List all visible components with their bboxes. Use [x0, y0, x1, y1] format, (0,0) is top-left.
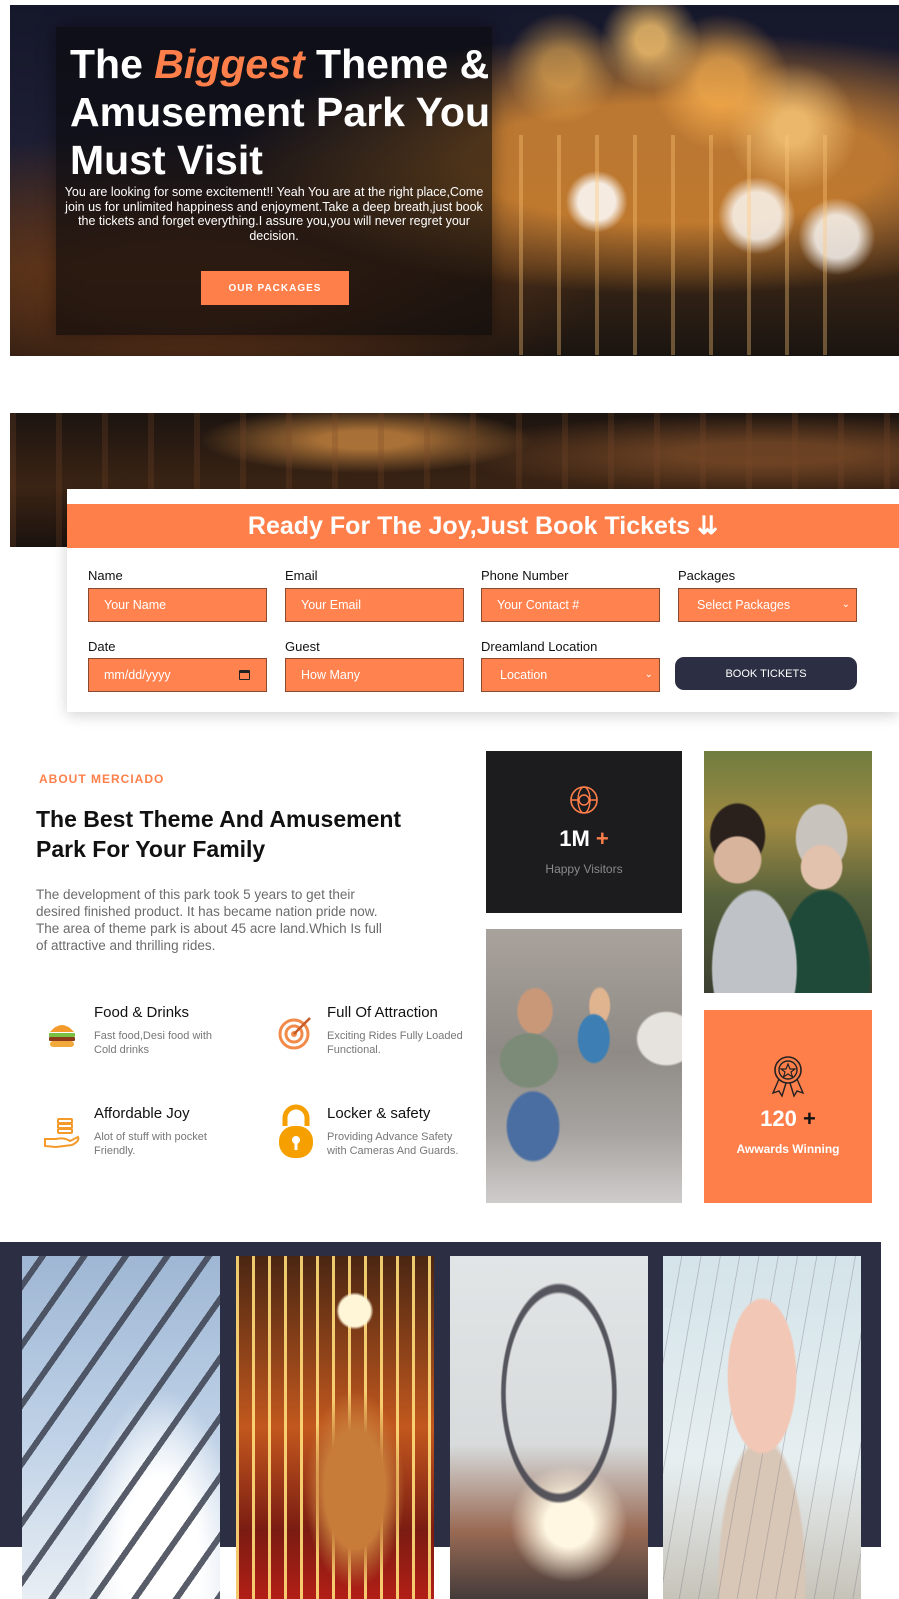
location-value: Location [500, 668, 548, 682]
hero-title-accent: Biggest [154, 41, 305, 87]
family-photo [486, 929, 682, 1203]
awards-value: 120 + [760, 1106, 816, 1131]
hero-panel: The Biggest Theme & Amusement Park You M… [56, 27, 492, 335]
guest-input[interactable]: How Many [285, 658, 464, 692]
target-icon [276, 1012, 316, 1052]
book-tickets-button[interactable]: BOOK TICKETS [675, 657, 857, 690]
packages-select[interactable]: Select Packages ⌄ [678, 588, 857, 622]
about-eyebrow: ABOUT MERCIADO [39, 772, 165, 786]
phone-input[interactable]: Your Contact # [481, 588, 660, 622]
packages-value: Select Packages [697, 598, 791, 612]
visitors-value: 1M + [559, 826, 609, 851]
feature-title: Food & Drinks [94, 1004, 190, 1021]
carousel-lights [519, 135, 839, 355]
booking-form: Ready For The Joy,Just Book Tickets ⇊ Na… [67, 489, 899, 712]
friends-ride-photo [704, 751, 872, 993]
visitors-stat-card: 1M + Happy Visitors [486, 751, 682, 913]
ferris-wheel-photo [450, 1256, 648, 1599]
calendar-icon[interactable] [239, 670, 250, 680]
carousel-photo [236, 1256, 434, 1599]
date-placeholder: mm/dd/yyyy [104, 668, 171, 682]
lock-icon [276, 1104, 316, 1160]
feature-desc: Exciting Rides Fully Loaded Functional. [327, 1030, 463, 1056]
name-label: Name [88, 568, 123, 583]
awards-label: Awwards Winning [736, 1142, 840, 1156]
about-text: The development of this park took 5 year… [36, 887, 382, 953]
date-input[interactable]: mm/dd/yyyy [88, 658, 267, 692]
feature-desc: Alot of stuff with pocket Friendly. [94, 1131, 207, 1157]
awards-stat-card: 120 + Awwards Winning [704, 1010, 872, 1203]
feature-title: Locker & safety [327, 1105, 431, 1122]
award-icon [768, 1054, 808, 1098]
hero-description: You are looking for some excitement!! Ye… [64, 185, 484, 243]
visitors-label: Happy Visitors [545, 862, 623, 876]
feature-desc: Providing Advance Safety with Cameras An… [327, 1131, 459, 1157]
hero-title: The Biggest Theme & Amusement Park You M… [70, 41, 491, 183]
burger-icon [42, 1014, 82, 1054]
date-label: Date [88, 639, 116, 654]
name-input[interactable]: Your Name [88, 588, 267, 622]
email-input[interactable]: Your Email [285, 588, 464, 622]
globe-icon [568, 784, 600, 816]
chevron-down-icon: ⌄ [841, 599, 850, 610]
packages-label: Packages [678, 568, 736, 583]
email-label: Email [285, 568, 318, 583]
roller-coaster-photo [22, 1256, 220, 1599]
location-select[interactable]: Location ⌄ [481, 658, 660, 692]
feature-title: Full Of Attraction [327, 1004, 438, 1021]
feature-desc: Fast food,Desi food with Cold drinks [94, 1030, 213, 1056]
hero-banner: The Biggest Theme & Amusement Park You M… [10, 5, 899, 356]
our-packages-button[interactable]: OUR PACKAGES [201, 271, 349, 305]
swing-ride-photo [663, 1256, 861, 1599]
booking-header: Ready For The Joy,Just Book Tickets ⇊ [67, 504, 899, 548]
guest-label: Guest [285, 639, 320, 654]
location-label: Dreamland Location [481, 639, 598, 654]
phone-label: Phone Number [481, 568, 569, 583]
money-hand-icon [42, 1113, 82, 1153]
feature-title: Affordable Joy [94, 1105, 190, 1122]
about-title: The Best Theme And Amusement Park For Yo… [36, 806, 402, 862]
chevron-down-icon: ⌄ [644, 669, 653, 680]
